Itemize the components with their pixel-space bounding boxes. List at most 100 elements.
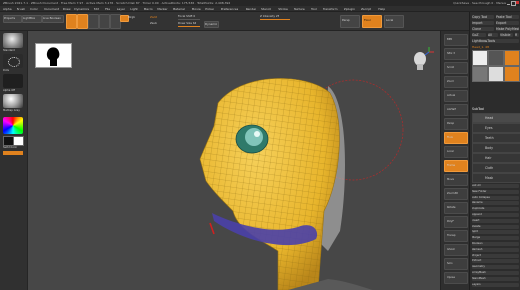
dock-button-bpr[interactable]: BPR [444, 34, 468, 46]
tray-item-merge[interactable]: Merge [472, 236, 519, 241]
menu-item-transform[interactable]: Transform [323, 7, 338, 11]
import-button[interactable]: Import [472, 21, 494, 25]
draw-button[interactable] [77, 14, 88, 29]
menu-item-document[interactable]: Document [44, 7, 60, 11]
menu-item-tool[interactable]: Tool [311, 7, 317, 11]
menu-item-picker[interactable]: Picker [205, 7, 214, 11]
draw-size-slider[interactable]: Draw Size 64 [178, 21, 196, 25]
quicksave-button[interactable]: QuickSave [453, 1, 469, 5]
material-thumbnail[interactable] [3, 94, 23, 108]
tray-item-layers[interactable]: Layers [472, 282, 519, 287]
menu-item-color[interactable]: Color [30, 7, 38, 11]
brush-thumbnail[interactable] [3, 33, 23, 48]
tool-thumbnail-6[interactable] [504, 66, 520, 82]
tray-item-split[interactable]: Split [472, 230, 519, 235]
tray-item-delete[interactable]: Delete [472, 224, 519, 229]
tool-thumbnail-3[interactable] [504, 50, 520, 66]
goz-button[interactable]: GoZ [472, 33, 486, 37]
tray-item-nanomesh[interactable]: NanoMesh [472, 276, 519, 281]
tray-item-list-all[interactable]: List All [472, 184, 519, 188]
dock-button-floor[interactable]: Floor [444, 132, 468, 144]
dock-button-aahalf[interactable]: AAHalf [444, 104, 468, 116]
tray-item-arraymesh[interactable]: ArrayMesh [472, 271, 519, 275]
subtool-item-hair[interactable]: Hair [472, 153, 520, 163]
menu-item-file[interactable]: File [105, 7, 110, 11]
menu-item-material[interactable]: Material [173, 7, 185, 11]
tray-item-project[interactable]: Project [472, 253, 519, 258]
menu-item-texture[interactable]: Texture [294, 7, 305, 11]
subtool-item-head[interactable]: Head [472, 113, 520, 123]
menu-item-render[interactable]: Render [246, 7, 257, 11]
menu-item-edit[interactable]: Edit [94, 7, 100, 11]
make-polymesh-button[interactable]: Make PolyMesh3D [496, 27, 519, 31]
dock-button-spix-3[interactable]: SPix 3 [444, 48, 468, 60]
sculpt-model[interactable] [28, 31, 440, 290]
edit-button[interactable] [66, 14, 77, 29]
tool-thumbnail-5[interactable] [488, 66, 504, 82]
tray-item-new-folder[interactable]: New Folder [472, 189, 519, 194]
dock-button-polyf[interactable]: PolyF [444, 216, 468, 228]
secondary-color-swatch[interactable] [13, 136, 24, 146]
subtool-title[interactable]: SubTool [472, 107, 484, 111]
draw-size-track[interactable] [178, 26, 200, 28]
move-button[interactable] [88, 14, 99, 29]
dock-button-xpose[interactable]: Xpose [444, 272, 468, 284]
menu-item-layer[interactable]: Layer [117, 7, 125, 11]
stroke-thumbnail[interactable] [3, 54, 23, 68]
dock-button-ghost[interactable]: Ghost [444, 244, 468, 256]
all-button[interactable]: All [488, 33, 498, 37]
lightbox-tools-button[interactable]: Lightbox▸Tools [472, 39, 519, 43]
dock-button-rotate[interactable]: Rotate [444, 202, 468, 214]
tool-thumbnail-1[interactable] [472, 50, 488, 66]
see-through-slider[interactable]: See-through 0 [472, 1, 493, 5]
subtool-item-eyes[interactable]: Eyes [472, 123, 520, 133]
menu-item-help[interactable]: Help [378, 7, 385, 11]
tray-item-append[interactable]: Append [472, 213, 519, 217]
dock-button-persp[interactable]: Persp [444, 118, 468, 130]
dock-button-zoom3d[interactable]: Zoom3D [444, 188, 468, 200]
minimize-icon[interactable] [507, 1, 510, 5]
menu-item-alpha[interactable]: Alpha [3, 7, 12, 11]
dock-button-solo[interactable]: Solo [444, 258, 468, 270]
menu-item-draw[interactable]: Draw [63, 7, 71, 11]
dock-button-zoom[interactable]: Zoom [444, 76, 468, 88]
dock-button-frame[interactable]: Frame [444, 160, 468, 172]
menu-item-macro[interactable]: Macro [144, 7, 153, 11]
dock-button-transp[interactable]: Transp [444, 230, 468, 242]
tool-thumbnail-2[interactable] [488, 50, 504, 66]
subtool-item-cloth[interactable]: Cloth [472, 163, 520, 173]
copy-tool-button[interactable]: Copy Tool [472, 15, 494, 19]
tray-item-boolean[interactable]: Boolean [472, 242, 519, 246]
tray-item-remesh[interactable]: Remesh [472, 247, 519, 252]
tray-item-extract[interactable]: Extract [472, 259, 519, 264]
focal-shift-track[interactable] [178, 19, 200, 21]
menu-item-stroke[interactable]: Stroke [278, 7, 288, 11]
dock-button-move[interactable]: Move [444, 174, 468, 186]
menu-item-dynamics[interactable]: Dynamics [74, 7, 89, 11]
close-icon[interactable] [515, 1, 519, 4]
tool-thumbnail-4[interactable] [472, 66, 488, 82]
z-intensity-track[interactable] [260, 19, 290, 21]
switch-color-button[interactable]: SwitchColor [3, 146, 24, 150]
r-button[interactable]: R [515, 33, 519, 37]
tray-item-auto-collapse[interactable]: Auto Collapse [472, 195, 519, 200]
visible-button[interactable]: Visible [500, 33, 513, 37]
canvas-viewport[interactable] [28, 31, 440, 290]
tray-item-rename[interactable]: Rename [472, 201, 519, 206]
dock-button-actual[interactable]: Actual [444, 90, 468, 102]
tray-item-geometry[interactable]: Geometry [472, 265, 519, 270]
dock-button-scroll[interactable]: Scroll [444, 62, 468, 74]
gradient-button[interactable] [3, 151, 23, 155]
alpha-thumbnail[interactable] [3, 74, 23, 88]
export-button[interactable]: Export [496, 21, 519, 25]
paste-tool-button[interactable]: Paste Tool [496, 15, 519, 19]
menus-button[interactable]: Menus [496, 1, 506, 5]
menu-item-zplugin[interactable]: Zplugin [344, 7, 355, 11]
z-intensity-slider[interactable]: Z Intensity 25 [260, 14, 279, 18]
dock-button-local[interactable]: Local [444, 146, 468, 158]
tray-item-duplicate[interactable]: Duplicate [472, 207, 519, 212]
menu-item-light[interactable]: Light [130, 7, 138, 11]
subtool-item-body[interactable]: Body [472, 143, 520, 153]
scale-button[interactable] [99, 14, 110, 29]
tray-item-insert[interactable]: Insert [472, 218, 519, 223]
